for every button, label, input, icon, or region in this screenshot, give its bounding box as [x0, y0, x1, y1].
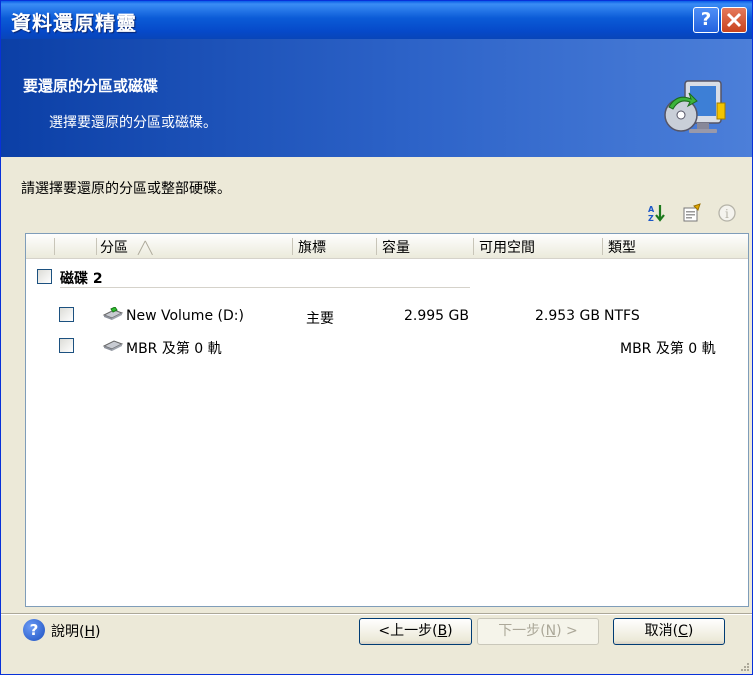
cancel-button[interactable]: 取消(C) — [613, 618, 725, 645]
col-type[interactable]: 類型 — [608, 237, 636, 257]
properties-icon[interactable] — [682, 203, 702, 223]
partition-checkbox[interactable] — [59, 307, 74, 322]
next-button[interactable]: 下一步(N) > — [477, 618, 599, 645]
col-capacity[interactable]: 容量 — [382, 237, 410, 257]
help-titlebar-icon[interactable]: ? — [693, 7, 719, 33]
col-flag[interactable]: 旗標 — [298, 237, 326, 257]
svg-text:i: i — [725, 207, 729, 221]
partition-list[interactable]: 分區 ╱╲ 旗標 容量 可用空間 類型 磁碟 2 New Volume (D:) … — [25, 233, 749, 607]
column-header: 分區 ╱╲ 旗標 容量 可用空間 類型 — [26, 234, 748, 259]
close-icon[interactable] — [721, 7, 747, 33]
partition-name: New Volume (D:) — [126, 308, 244, 324]
disk-label: 磁碟 2 — [60, 271, 103, 287]
help-label: 說明 — [51, 624, 79, 640]
disk-checkbox[interactable] — [37, 269, 52, 284]
instruction-text: 請選擇要還原的分區或整部硬碟。 — [21, 181, 231, 197]
title-bar: 資料還原精靈 ? — [1, 1, 752, 39]
col-free-space[interactable]: 可用空間 — [479, 237, 535, 257]
partition-type: NTFS — [604, 308, 640, 324]
back-button[interactable]: <上一步(B) — [359, 618, 472, 645]
partition-capacity: 2.995 GB — [404, 308, 469, 324]
restore-wizard-window: 資料還原精靈 ? 要還原的分區或磁碟 選擇要還原的分區或磁碟。 請選擇要還原的分… — [0, 0, 753, 675]
partition-name: MBR 及第 0 軌 — [126, 341, 222, 357]
col-partition[interactable]: 分區 ╱╲ — [100, 237, 152, 257]
partition-free: 2.953 GB — [535, 308, 600, 324]
header-title: 要還原的分區或磁碟 — [23, 77, 159, 95]
drive-icon — [102, 340, 124, 351]
window-title: 資料還原精靈 — [11, 11, 137, 35]
partition-checkbox[interactable] — [59, 338, 74, 353]
svg-text:A: A — [648, 205, 655, 214]
restore-wizard-icon — [664, 80, 726, 133]
help-icon: ? — [23, 619, 45, 641]
svg-text:Z: Z — [648, 214, 654, 223]
wizard-header: 要還原的分區或磁碟 選擇要還原的分區或磁碟。 — [1, 39, 752, 157]
header-subtitle: 選擇要還原的分區或磁碟。 — [49, 115, 217, 131]
partition-flag: 主要 — [306, 311, 334, 327]
drive-icon — [102, 307, 124, 320]
resize-grip-icon[interactable] — [738, 660, 750, 672]
sort-icon[interactable]: A Z — [647, 203, 667, 223]
info-icon: i — [718, 204, 736, 222]
partition-type: MBR 及第 0 軌 — [620, 341, 716, 357]
